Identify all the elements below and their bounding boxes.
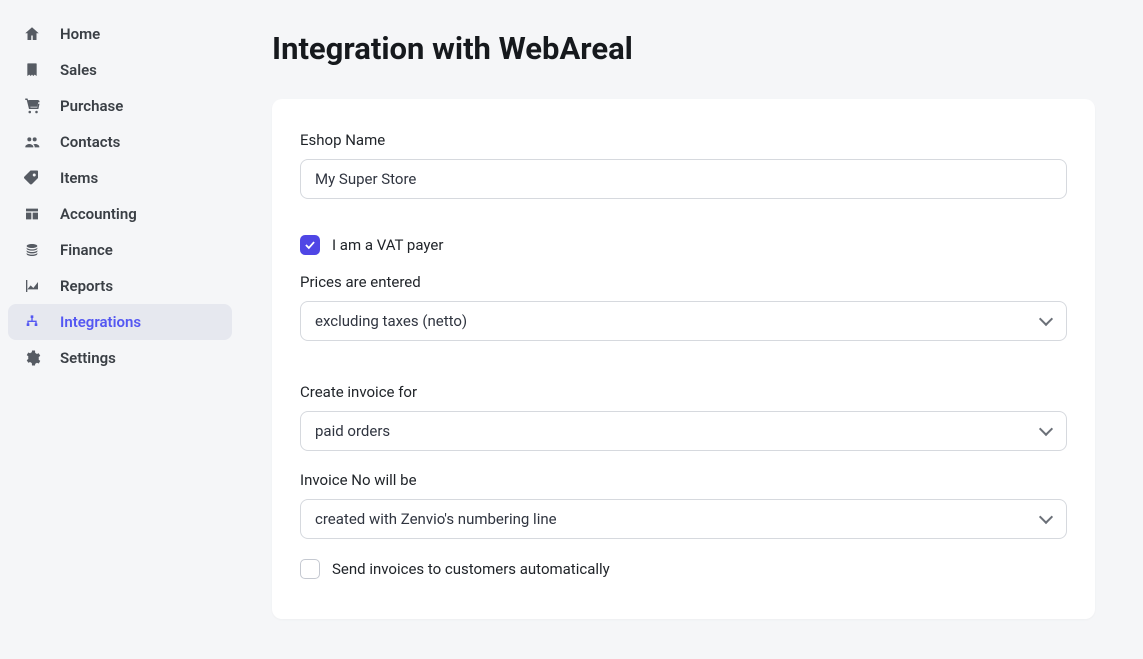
sidebar-item-label: Finance (60, 241, 113, 259)
eshop-name-input[interactable] (300, 159, 1067, 199)
contacts-icon (22, 132, 42, 152)
sidebar-item-sales[interactable]: Sales (8, 52, 232, 88)
sitemap-icon (22, 312, 42, 332)
create-invoice-group: Create invoice for paid orders (300, 383, 1067, 451)
main-content: Integration with WebAreal Eshop Name I a… (232, 0, 1143, 659)
send-invoices-row[interactable]: Send invoices to customers automatically (300, 559, 1067, 579)
settings-card: Eshop Name I am a VAT payer Prices are e… (272, 99, 1095, 619)
send-invoices-checkbox[interactable] (300, 559, 320, 579)
invoice-no-select[interactable]: created with Zenvio's numbering line (300, 499, 1067, 539)
coins-icon (22, 240, 42, 260)
invoice-no-label: Invoice No will be (300, 471, 1067, 489)
vat-payer-label: I am a VAT payer (332, 236, 443, 254)
create-invoice-select[interactable]: paid orders (300, 411, 1067, 451)
sidebar-item-label: Purchase (60, 97, 123, 115)
eshop-name-label: Eshop Name (300, 131, 1067, 149)
send-invoices-label: Send invoices to customers automatically (332, 560, 610, 578)
chart-icon (22, 276, 42, 296)
sidebar-item-contacts[interactable]: Contacts (8, 124, 232, 160)
sidebar-item-items[interactable]: Items (8, 160, 232, 196)
gear-icon (22, 348, 42, 368)
sidebar-item-label: Sales (60, 61, 97, 79)
sidebar: Home Sales Purchase Contacts Items (0, 0, 232, 659)
columns-icon (22, 204, 42, 224)
sidebar-item-accounting[interactable]: Accounting (8, 196, 232, 232)
create-invoice-label: Create invoice for (300, 383, 1067, 401)
vat-payer-row[interactable]: I am a VAT payer (300, 235, 1067, 255)
sidebar-item-label: Contacts (60, 133, 120, 151)
prices-entered-select[interactable]: excluding taxes (netto) (300, 301, 1067, 341)
prices-entered-group: Prices are entered excluding taxes (nett… (300, 273, 1067, 341)
home-icon (22, 24, 42, 44)
invoice-no-group: Invoice No will be created with Zenvio's… (300, 471, 1067, 539)
sidebar-item-label: Integrations (60, 313, 141, 331)
sidebar-item-purchase[interactable]: Purchase (8, 88, 232, 124)
sidebar-item-home[interactable]: Home (8, 16, 232, 52)
sidebar-item-integrations[interactable]: Integrations (8, 304, 232, 340)
sidebar-item-label: Home (60, 25, 100, 43)
sidebar-item-label: Items (60, 169, 98, 187)
sidebar-item-label: Settings (60, 349, 116, 367)
page-title: Integration with WebAreal (272, 30, 1095, 67)
sidebar-item-label: Accounting (60, 205, 137, 223)
tags-icon (22, 168, 42, 188)
vat-payer-checkbox[interactable] (300, 235, 320, 255)
sidebar-item-reports[interactable]: Reports (8, 268, 232, 304)
sidebar-item-label: Reports (60, 277, 113, 295)
prices-entered-label: Prices are entered (300, 273, 1067, 291)
eshop-name-group: Eshop Name (300, 131, 1067, 199)
receipt-icon (22, 60, 42, 80)
sidebar-item-finance[interactable]: Finance (8, 232, 232, 268)
sidebar-item-settings[interactable]: Settings (8, 340, 232, 376)
cart-icon (22, 96, 42, 116)
